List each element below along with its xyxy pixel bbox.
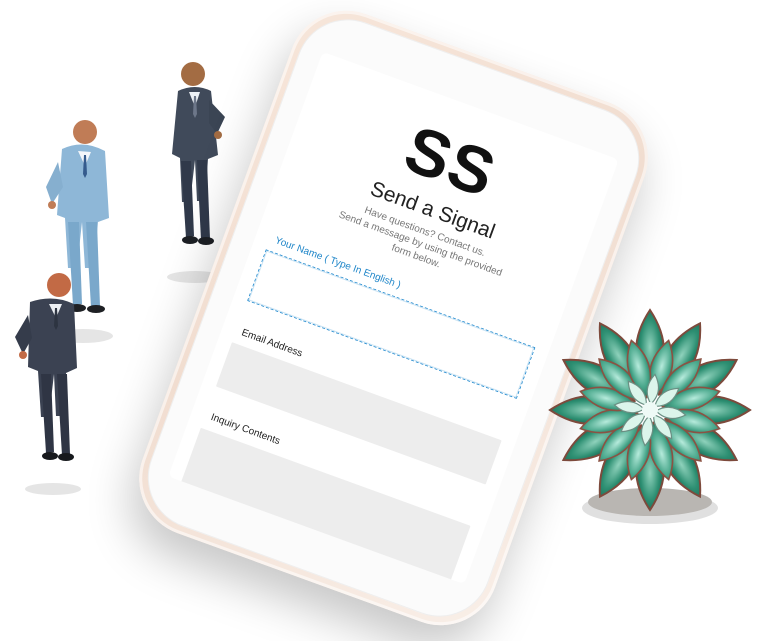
businessman-figurine-right (15, 273, 81, 495)
hero-scene: SS Send a Signal Have questions? Contact… (0, 0, 784, 641)
succulent-plant (548, 308, 752, 524)
